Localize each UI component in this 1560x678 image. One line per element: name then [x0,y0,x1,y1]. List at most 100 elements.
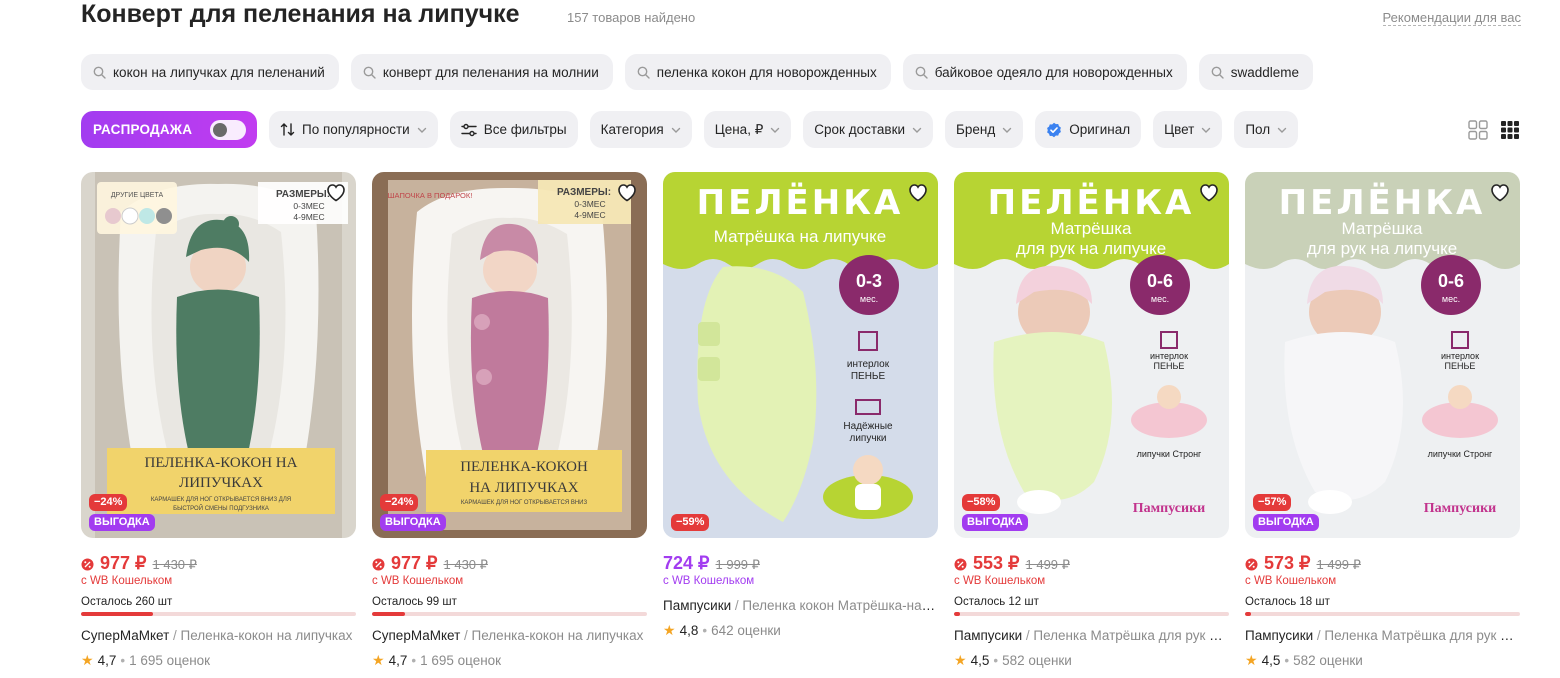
product-card[interactable]: ПЕЛЁНКА Матрёшка на липучке 0-3 мес. инт… [663,172,938,678]
image-feature-2: Надёжные [843,421,893,432]
product-title[interactable]: Пампусики / Пеленка Матрёшка для рук на … [954,628,1229,643]
product-brand: СуперМаМкет [372,628,461,643]
grid-large-icon[interactable] [1467,119,1489,141]
sort-dropdown[interactable]: По популярности [269,111,438,148]
color-label: Цвет [1164,122,1195,137]
image-feature-2: липучки Стронг [1137,449,1202,459]
suggestion-label: конверт для пеленания на молнии [382,64,599,80]
original-filter[interactable]: Оригинал [1035,111,1142,148]
image-subheadline: Матрёшка на липучке [714,227,886,246]
reviews-count: 642 оценки [711,623,781,638]
sale-switch[interactable] [210,119,246,140]
current-price: 573 ₽ [1264,553,1311,573]
color-filter[interactable]: Цвет [1153,111,1223,148]
category-label: Категория [600,122,664,137]
product-photo: ПЕЛЁНКА Матрёшка для рук на липучке 0-6 … [1245,172,1520,538]
price-row: 724 ₽ 1 999 ₽ [663,553,760,575]
product-image[interactable]: ПЕЛЁНКА Матрёшка для рук на липучке 0-6 … [954,172,1229,538]
product-image[interactable]: ШАПОЧКА В ПОДАРОК! РАЗМЕРЫ: 0-3МЕС 4-9МЕ… [372,172,647,538]
product-image[interactable]: ПЕЛЁНКА Матрёшка на липучке 0-3 мес. инт… [663,172,938,538]
stock-fill [954,612,960,616]
stock-bar [1245,612,1520,616]
price-row: 977 ₽ 1 430 ₽ [81,553,197,575]
image-subcaption: КАРМАШЕК ДЛЯ НОГ ОТКРЫВАЕТСЯ ВНИЗ [461,500,588,506]
heart-icon[interactable] [1488,180,1512,204]
product-card[interactable]: ШАПОЧКА В ПОДАРОК! РАЗМЕРЫ: 0-3МЕС 4-9МЕ… [372,172,647,678]
wallet-discount-icon [954,558,967,570]
discount-badge: −57% [1253,494,1292,511]
product-brand: Пампусики [1245,628,1314,643]
verified-check-icon [1047,122,1062,137]
product-title[interactable]: Пампусики / Пеленка кокон Матрёшка-на ли… [663,598,938,613]
reviews-count: 1 695 оценок [420,653,502,668]
recommendations-link[interactable]: Рекомендации для вас [1382,10,1521,26]
image-size-1: 0-3МЕС [293,201,324,211]
suggestion-chip[interactable]: пеленка кокон для новорожденных [624,54,891,90]
stock-text: Осталось 12 шт [954,596,1039,608]
heart-icon[interactable] [324,180,348,204]
reviews-count: 1 695 оценок [129,653,211,668]
stock-fill [372,612,405,616]
current-price: 977 ₽ [100,553,147,573]
product-title[interactable]: СуперМаМкет / Пеленка-кокон на липучках [81,628,356,643]
category-filter[interactable]: Категория [589,111,692,148]
stock-fill [1245,612,1251,616]
heart-icon[interactable] [615,180,639,204]
product-photo: ДРУГИЕ ЦВЕТА РАЗМЕРЫ: 0-3МЕС 4-9МЕС ПЕЛЕ… [81,172,356,538]
rating-value: 4,5 [1261,653,1281,668]
old-price: 1 999 ₽ [715,557,760,572]
image-age: 0-3 [856,271,882,291]
product-brand: Пампусики [663,598,732,613]
product-card[interactable]: ПЕЛЁНКА Матрёшка для рук на липучке 0-6 … [1245,172,1520,678]
image-feature-1b: ПЕНЬЕ [1154,361,1185,371]
product-brand: СуперМаМкет [81,628,170,643]
brand-filter[interactable]: Бренд [945,111,1024,148]
stock-bar [81,612,356,616]
product-title[interactable]: СуперМаМкет / Пеленка-кокон на липучках [372,628,647,643]
gender-filter[interactable]: Пол [1234,111,1299,148]
image-feature-1b: ПЕНЬЕ [1445,361,1476,371]
all-filters-label: Все фильтры [483,122,567,137]
product-image[interactable]: ПЕЛЁНКА Матрёшка для рук на липучке 0-6 … [1245,172,1520,538]
chevron-down-icon [1003,127,1012,133]
grid-small-icon[interactable] [1499,119,1521,141]
chevron-down-icon [671,127,680,133]
star-icon: ★ [1245,652,1258,668]
product-title[interactable]: Пампусики / Пеленка Матрёшка для рук на … [1245,628,1520,643]
price-row: 977 ₽ 1 430 ₽ [372,553,488,575]
product-grid: ДРУГИЕ ЦВЕТА РАЗМЕРЫ: 0-3МЕС 4-9МЕС ПЕЛЕ… [81,172,1521,678]
heart-icon[interactable] [906,180,930,204]
all-filters-button[interactable]: Все фильтры [449,111,578,148]
wallet-discount-icon [372,558,385,570]
sale-toggle[interactable]: РАСПРОДАЖА [81,111,257,148]
rating-row: ★ 4,8 • 642 оценки [663,622,781,638]
product-name: Пеленка-кокон на липучках [471,628,644,643]
product-photo: ПЕЛЁНКА Матрёшка на липучке 0-3 мес. инт… [663,172,938,538]
wallet-note: с WB Кошельком [372,575,464,587]
image-age-unit: мес. [1442,294,1460,304]
price-filter[interactable]: Цена, ₽ [703,111,792,148]
wallet-note: с WB Кошельком [1245,575,1337,587]
chevron-down-icon [1277,127,1287,133]
rating-row: ★ 4,7 • 1 695 оценок [372,652,502,668]
sliders-icon [460,123,477,136]
delivery-filter[interactable]: Срок доставки [803,111,934,148]
heart-icon[interactable] [1197,180,1221,204]
suggestion-chip[interactable]: байковое одеяло для новорожденных [902,54,1187,90]
suggestion-chip[interactable]: кокон на липучках для пеленаний [81,54,339,90]
original-label: Оригинал [1069,122,1131,137]
product-card[interactable]: ДРУГИЕ ЦВЕТА РАЗМЕРЫ: 0-3МЕС 4-9МЕС ПЕЛЕ… [81,172,356,678]
stock-bar [954,612,1229,616]
stock-fill [81,612,153,616]
sort-label: По популярности [302,122,410,137]
discount-badge: −58% [962,494,1001,511]
chevron-down-icon [417,127,426,133]
rating-value: 4,8 [679,623,699,638]
product-card[interactable]: ПЕЛЁНКА Матрёшка для рук на липучке 0-6 … [954,172,1229,678]
discount-badge: −24% [89,494,128,511]
suggestion-chip[interactable]: swaddleme [1198,54,1314,90]
delivery-label: Срок доставки [814,122,906,137]
chevron-down-icon [1202,127,1211,133]
product-image[interactable]: ДРУГИЕ ЦВЕТА РАЗМЕРЫ: 0-3МЕС 4-9МЕС ПЕЛЕ… [81,172,356,538]
suggestion-chip[interactable]: конверт для пеленания на молнии [350,54,613,90]
